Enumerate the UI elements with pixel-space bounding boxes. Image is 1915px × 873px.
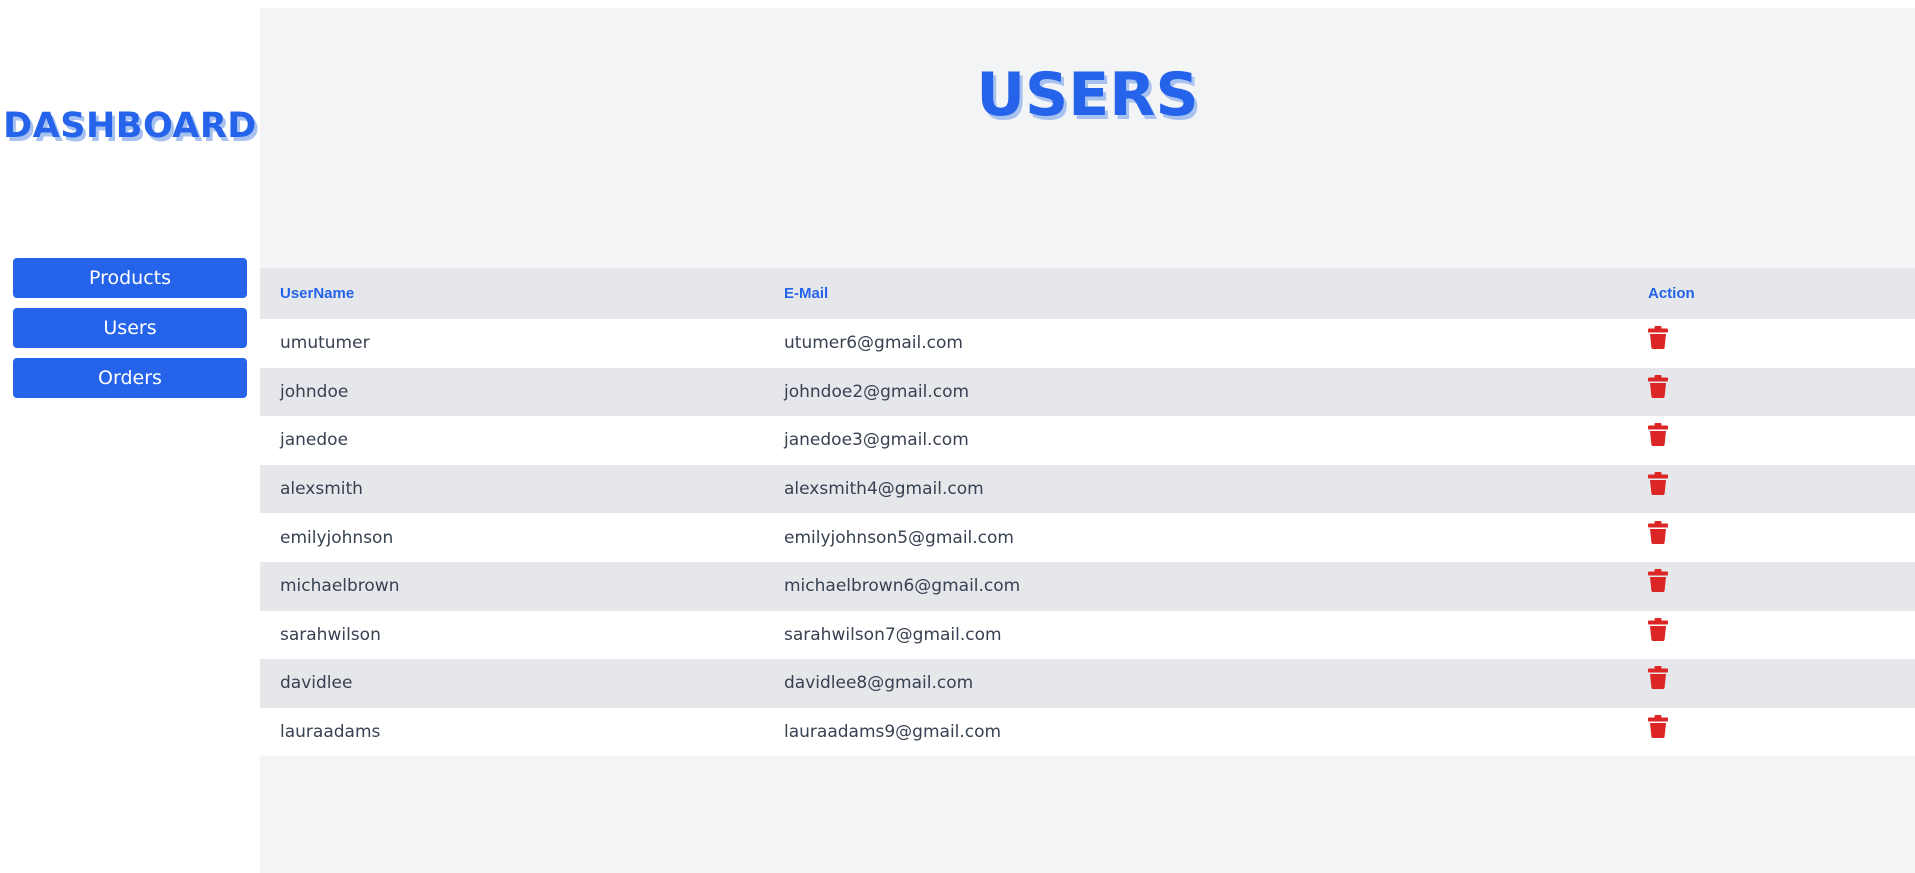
users-table: UserName E-Mail Action umutumer utumer6@…	[260, 268, 1915, 757]
trash-icon[interactable]	[1648, 715, 1668, 743]
email-cell: lauraadams9@gmail.com	[784, 722, 1002, 743]
email-cell: emilyjohnson5@gmail.com	[784, 527, 1014, 548]
trash-icon-svg	[1648, 520, 1668, 544]
username-cell: alexsmith	[280, 479, 363, 500]
trash-icon-svg	[1648, 326, 1668, 350]
trash-icon-svg	[1648, 472, 1668, 496]
email-cell: utumer6@gmail.com	[784, 333, 963, 354]
page-title: USERS	[976, 60, 1199, 130]
action-cell	[1628, 465, 1915, 514]
username-cell: janedoe	[280, 430, 349, 451]
trash-icon-svg	[1648, 374, 1668, 398]
trash-icon-svg	[1648, 666, 1668, 690]
username-cell: johndoe	[280, 381, 349, 402]
action-cell	[1628, 368, 1915, 417]
header-action: Action	[1648, 285, 1695, 302]
trash-icon[interactable]	[1648, 520, 1668, 549]
trash-icon-svg	[1648, 569, 1668, 593]
email-cell: alexsmith4@gmail.com	[784, 479, 984, 500]
header-username: UserName	[280, 285, 355, 302]
action-cell	[1628, 708, 1915, 757]
trash-icon[interactable]	[1648, 569, 1668, 597]
table-row: janedoe janedoe3@gmail.com	[260, 416, 1915, 465]
username-cell: sarahwilson	[280, 624, 381, 645]
table-row: emilyjohnson emilyjohnson5@gmail.com	[260, 513, 1915, 562]
email-cell: sarahwilson7@gmail.com	[784, 624, 1002, 645]
table-row: michaelbrown michaelbrown6@gmail.com	[260, 561, 1915, 611]
table-row: johndoe johndoe2@gmail.com	[260, 367, 1915, 417]
trash-icon[interactable]	[1648, 666, 1668, 694]
action-cell	[1628, 659, 1915, 708]
trash-icon-svg	[1648, 617, 1668, 641]
table-row: umutumer utumer6@gmail.com	[260, 319, 1915, 368]
main-content: USERS UserName E-Mail Action umutumer ut…	[260, 8, 1915, 873]
nav-orders-button[interactable]: Orders	[13, 358, 247, 398]
table-header-row: UserName E-Mail Action	[260, 268, 1915, 319]
dashboard-logo: DASHBOARD	[3, 106, 257, 146]
email-cell: johndoe2@gmail.com	[784, 381, 970, 402]
trash-icon-svg	[1648, 423, 1668, 447]
header-email: E-Mail	[784, 285, 829, 302]
action-cell	[1628, 513, 1915, 562]
username-cell: lauraadams	[280, 722, 381, 743]
action-cell	[1628, 611, 1915, 660]
trash-icon[interactable]	[1648, 374, 1668, 403]
action-cell	[1628, 562, 1915, 611]
action-cell	[1628, 319, 1915, 368]
trash-icon[interactable]	[1648, 472, 1668, 500]
sidebar: DASHBOARD Products Users Orders	[0, 0, 260, 873]
email-cell: michaelbrown6@gmail.com	[784, 576, 1021, 597]
username-cell: michaelbrown	[280, 576, 400, 597]
table-row: davidlee davidlee8@gmail.com	[260, 659, 1915, 708]
username-cell: davidlee	[280, 673, 353, 694]
email-cell: janedoe3@gmail.com	[784, 430, 969, 451]
nav-products-button[interactable]: Products	[13, 258, 247, 298]
table-row: alexsmith alexsmith4@gmail.com	[260, 464, 1915, 514]
email-cell: davidlee8@gmail.com	[784, 673, 974, 694]
table-row: sarahwilson sarahwilson7@gmail.com	[260, 610, 1915, 660]
username-cell: umutumer	[280, 333, 370, 354]
users-table-body: umutumer utumer6@gmail.com johndoe johnd…	[260, 319, 1915, 757]
trash-icon[interactable]	[1648, 326, 1668, 354]
nav-users-button[interactable]: Users	[13, 308, 247, 348]
trash-icon[interactable]	[1648, 423, 1668, 451]
sidebar-nav: Products Users Orders	[13, 258, 247, 408]
trash-icon[interactable]	[1648, 617, 1668, 646]
table-row: lauraadams lauraadams9@gmail.com	[260, 707, 1915, 757]
username-cell: emilyjohnson	[280, 527, 394, 548]
action-cell	[1628, 416, 1915, 465]
trash-icon-svg	[1648, 715, 1668, 739]
